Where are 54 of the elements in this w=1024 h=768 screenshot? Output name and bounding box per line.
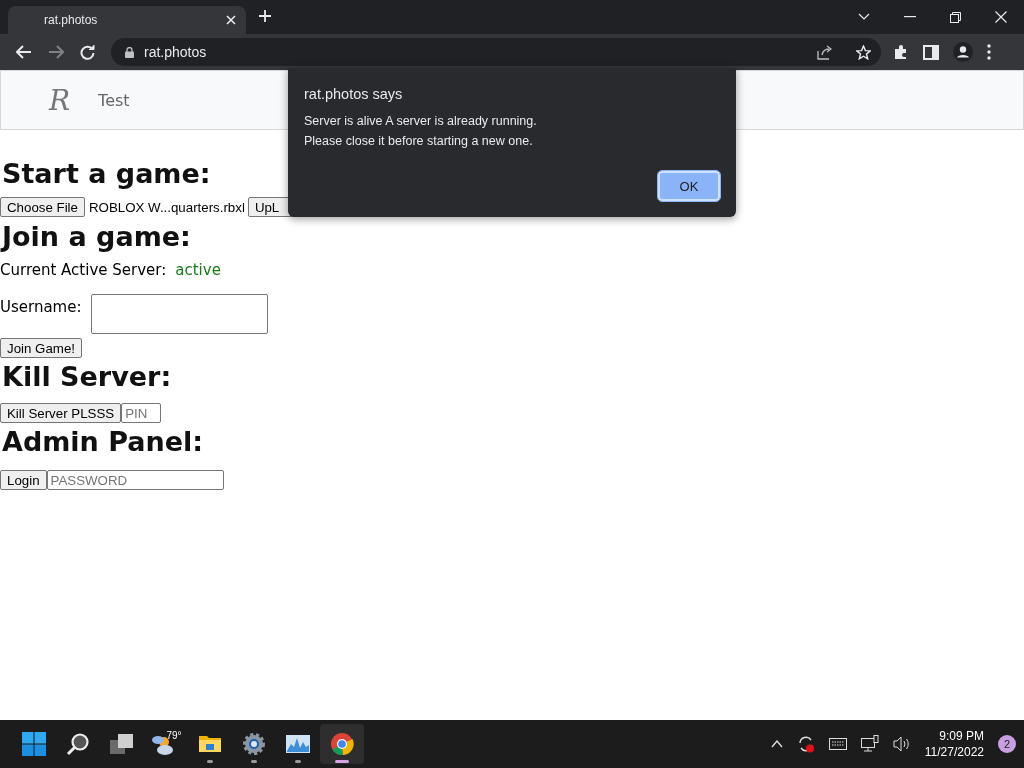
- join-game-button[interactable]: Join Game!: [0, 338, 82, 358]
- keyboard-icon[interactable]: [828, 738, 847, 750]
- task-view-icon[interactable]: [110, 733, 134, 755]
- start-icon[interactable]: [22, 732, 46, 756]
- volume-icon[interactable]: [892, 736, 911, 752]
- gear-icon[interactable]: [242, 732, 266, 756]
- ok-button[interactable]: OK: [658, 171, 720, 201]
- profile-icon[interactable]: [953, 42, 973, 62]
- reload-icon[interactable]: [80, 44, 95, 60]
- close-icon[interactable]: [226, 15, 236, 25]
- star-icon[interactable]: [856, 44, 871, 60]
- forward-icon[interactable]: [48, 45, 64, 59]
- close-icon[interactable]: [995, 11, 1007, 23]
- server-status-value: active: [175, 261, 221, 279]
- lock-icon: [125, 46, 134, 58]
- dialog-message: Server is alive A server is already running. Please close it before starting a new one.: [304, 113, 537, 150]
- section-heading: Join a game:: [0, 220, 192, 254]
- notification-badge[interactable]: 2: [998, 735, 1016, 753]
- new-tab-icon[interactable]: [258, 8, 272, 23]
- login-button[interactable]: Login: [0, 470, 47, 490]
- site-logo[interactable]: R: [49, 83, 71, 117]
- dialog-title: rat.photos says: [304, 86, 403, 102]
- server-status-label: Current Active Server:: [0, 261, 167, 279]
- clock-date[interactable]: 11/27/2022: [924, 744, 984, 760]
- section-heading: Start a game:: [1, 157, 212, 191]
- side-panel-icon[interactable]: [923, 44, 939, 60]
- network-icon[interactable]: [860, 735, 879, 753]
- restore-icon[interactable]: [950, 11, 961, 23]
- section-heading: Admin Panel:: [1, 425, 205, 459]
- choose-file-button[interactable]: Choose File: [0, 197, 85, 217]
- pin-field[interactable]: PIN: [121, 403, 162, 423]
- weather-temperature[interactable]: 79°: [166, 730, 182, 741]
- chart-icon[interactable]: [286, 732, 310, 756]
- username-field[interactable]: [90, 294, 268, 334]
- search-icon[interactable]: [66, 732, 90, 756]
- chevron-up-icon[interactable]: [770, 740, 783, 748]
- browser-icon[interactable]: [330, 732, 354, 756]
- back-icon[interactable]: [16, 45, 32, 59]
- share-icon[interactable]: [817, 44, 832, 60]
- tab-title: rat.photos: [44, 13, 98, 27]
- browser-tab[interactable]: rat.photos: [8, 6, 246, 34]
- site-title[interactable]: Test: [98, 90, 130, 110]
- address-bar[interactable]: rat.photos: [111, 38, 881, 66]
- minimize-icon[interactable]: [904, 16, 916, 18]
- caret-icon[interactable]: [858, 13, 870, 21]
- username-label: Username:: [0, 298, 82, 316]
- file-name: ROBLOX W...quarters.rbxl: [88, 199, 245, 215]
- puzzle-icon[interactable]: [893, 44, 909, 60]
- kill-server-button[interactable]: Kill Server PLSSS: [0, 403, 122, 423]
- sync-icon[interactable]: [796, 735, 815, 753]
- clock-time[interactable]: 9:09 PM: [939, 728, 984, 744]
- password-field[interactable]: PASSWORD: [46, 470, 224, 490]
- section-heading: Kill Server:: [1, 360, 173, 394]
- menu-icon[interactable]: [987, 44, 991, 60]
